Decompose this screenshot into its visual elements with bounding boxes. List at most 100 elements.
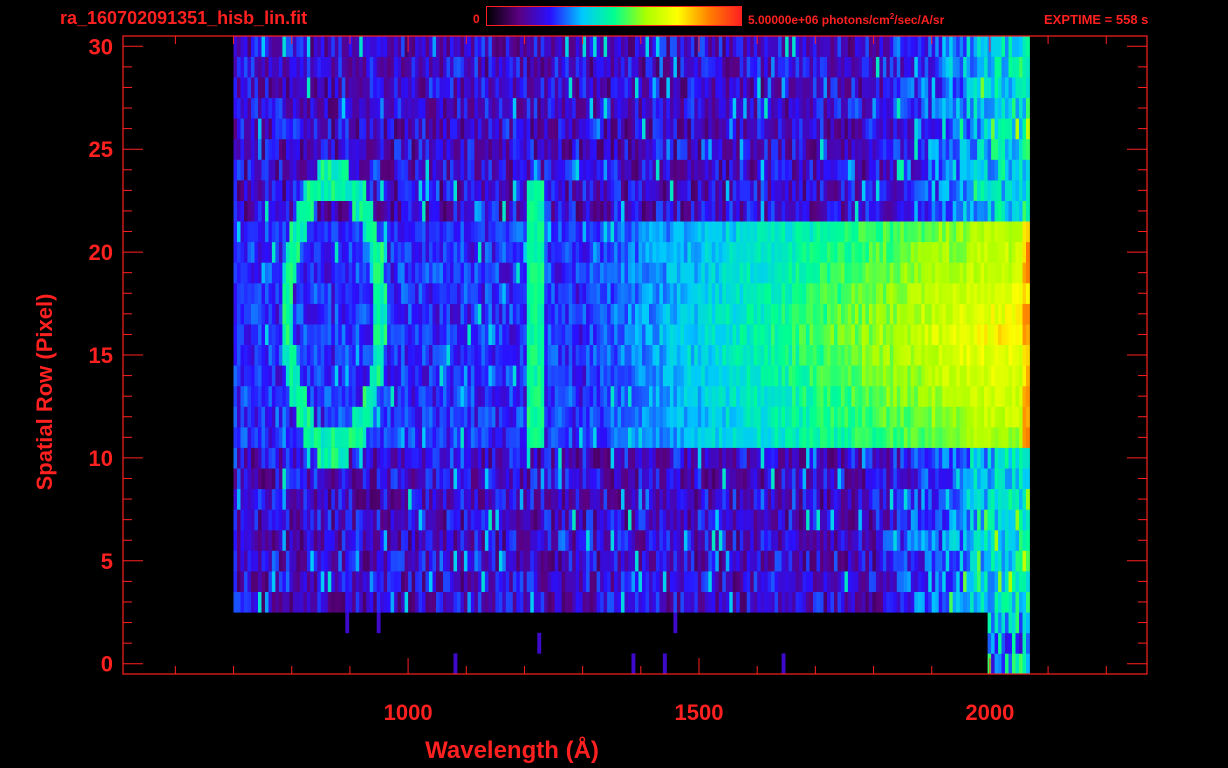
heatmap-cell xyxy=(764,385,769,407)
heatmap-cell xyxy=(561,488,566,510)
heatmap-cell xyxy=(617,180,622,201)
heatmap-cell xyxy=(1005,241,1009,263)
heatmap-cell xyxy=(373,344,378,366)
heatmap-cell xyxy=(778,488,782,510)
heatmap-cell xyxy=(575,365,580,387)
heatmap-cell xyxy=(586,571,590,592)
heatmap-cell xyxy=(533,221,538,243)
heatmap-cell xyxy=(268,529,273,551)
heatmap-cell xyxy=(624,427,629,448)
heatmap-cell xyxy=(327,344,332,366)
heatmap-cell xyxy=(837,241,842,263)
heatmap-cell xyxy=(617,550,622,572)
heatmap-cell xyxy=(495,488,500,510)
heatmap-cell xyxy=(547,468,552,490)
heatmap-cell xyxy=(607,550,611,572)
heatmap-cell xyxy=(834,550,838,572)
heatmap-cell xyxy=(743,221,748,243)
heatmap-cell xyxy=(258,385,262,407)
heatmap-cell xyxy=(415,571,419,592)
heatmap-cell xyxy=(680,262,685,284)
heatmap-cell xyxy=(994,427,999,448)
heatmap-cell xyxy=(655,406,660,428)
heatmap-cell xyxy=(778,262,782,284)
heatmap-cell xyxy=(1001,324,1006,345)
heatmap-cell xyxy=(258,529,262,551)
heatmap-cell xyxy=(690,571,695,592)
heatmap-cell xyxy=(715,262,720,284)
heatmap-cell xyxy=(338,529,343,551)
heatmap-cell xyxy=(313,468,318,490)
heatmap-cell xyxy=(271,488,276,510)
heatmap-cell xyxy=(722,447,727,469)
heatmap-cell xyxy=(1026,241,1030,263)
heatmap-cell xyxy=(544,447,549,469)
heatmap-cell xyxy=(662,365,667,387)
heatmap-cell xyxy=(303,221,308,243)
heatmap-cell xyxy=(237,324,241,345)
heatmap-cell xyxy=(282,324,287,345)
heatmap-cell xyxy=(645,262,650,284)
heatmap-cell xyxy=(725,468,730,490)
heatmap-cell xyxy=(477,488,482,510)
heatmap-cell xyxy=(970,488,974,510)
heatmap-cell xyxy=(645,509,650,531)
heatmap-cell xyxy=(436,591,440,613)
heatmap-cell xyxy=(310,427,315,448)
heatmap-cell xyxy=(649,591,653,613)
heatmap-cell xyxy=(718,406,723,428)
heatmap-cell xyxy=(697,262,702,284)
heatmap-cell xyxy=(722,488,727,510)
heatmap-cell xyxy=(603,180,608,201)
heatmap-cell xyxy=(896,406,901,428)
heatmap-cell xyxy=(697,221,702,243)
heatmap-cell xyxy=(317,468,322,490)
heatmap-cell xyxy=(704,529,709,551)
heatmap-cell xyxy=(446,283,451,304)
heatmap-cell xyxy=(404,344,409,366)
heatmap-cell xyxy=(718,509,723,531)
heatmap-cell xyxy=(348,283,353,304)
heatmap-cell xyxy=(928,283,933,304)
heatmap-cell xyxy=(425,303,430,325)
heatmap-cell xyxy=(1015,385,1020,407)
heatmap-cell xyxy=(837,303,842,325)
heatmap-cell xyxy=(362,221,367,243)
heatmap-cell xyxy=(509,488,514,510)
heatmap-cell xyxy=(495,344,500,366)
heatmap-cell xyxy=(722,200,727,222)
heatmap-cell xyxy=(306,283,311,304)
heatmap-cell xyxy=(415,324,419,345)
heatmap-cell xyxy=(935,221,940,243)
heatmap-cell xyxy=(746,406,751,428)
heatmap-cell xyxy=(1015,571,1020,592)
heatmap-cell xyxy=(429,283,433,304)
heatmap-cell xyxy=(512,468,517,490)
heatmap-cell xyxy=(690,529,695,551)
heatmap-cell xyxy=(575,385,580,407)
heatmap-cell xyxy=(596,365,601,387)
heatmap-cell xyxy=(694,221,699,243)
heatmap-cell xyxy=(523,447,528,469)
heatmap-cell xyxy=(470,324,475,345)
heatmap-cell xyxy=(540,550,545,572)
heatmap-cell xyxy=(680,406,685,428)
heatmap-cell xyxy=(278,365,283,387)
heatmap-cell xyxy=(1026,385,1030,407)
heatmap-cell xyxy=(348,303,353,325)
heatmap-cell xyxy=(533,241,538,263)
heatmap-cell xyxy=(285,488,290,510)
heatmap-cell xyxy=(380,241,385,263)
heatmap-cell xyxy=(296,365,301,387)
heatmap-cell xyxy=(907,200,912,222)
heatmap-cell xyxy=(404,180,409,201)
heatmap-cell xyxy=(743,303,748,325)
heatmap-cell xyxy=(910,385,915,407)
heatmap-cell xyxy=(994,385,999,407)
heatmap-cell xyxy=(624,591,629,613)
heatmap-cell xyxy=(841,550,845,572)
heatmap-cell xyxy=(655,591,660,613)
heatmap-cell xyxy=(544,159,549,181)
heatmap-cell xyxy=(963,200,967,222)
heatmap-cell xyxy=(802,571,807,592)
